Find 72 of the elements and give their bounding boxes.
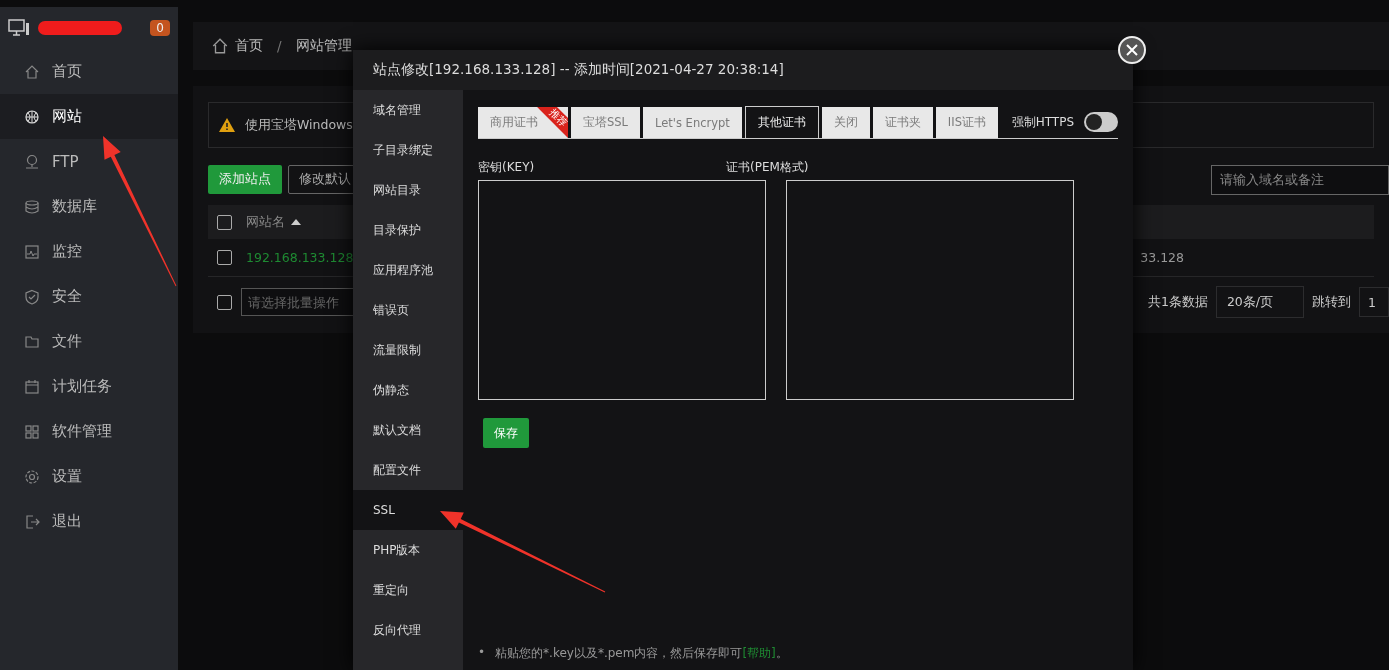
breadcrumb-separator: / [277,38,282,54]
menu-item[interactable]: 反向代理 [353,610,463,650]
home-icon [211,37,229,55]
checkbox[interactable] [217,214,232,230]
breadcrumb-link[interactable]: 首页 [235,37,263,55]
menu-item[interactable]: 重定向 [353,570,463,610]
help-note: 粘贴您的*.key以及*.pem内容，然后保存即可[帮助]。 [495,645,788,662]
tab[interactable]: 宝塔SSL [571,107,640,138]
save-button[interactable]: 保存 [483,418,529,448]
globe-icon [24,108,40,125]
tab[interactable]: 其他证书 [744,106,819,138]
menu-item[interactable]: 目录保护 [353,210,463,250]
menu-item[interactable]: 配置文件 [353,450,463,490]
tab[interactable]: 商用证书 推荐 [478,107,568,138]
menu-item[interactable]: 默认文档 [353,410,463,450]
folder-icon [24,333,40,350]
sidebar-item[interactable]: 退出 [0,499,178,544]
table-cell: 33.128 [1140,250,1184,265]
monitor-icon [8,19,30,37]
menu-item[interactable]: 伪静态 [353,370,463,410]
tab[interactable]: 证书夹 [872,107,933,138]
database-icon [24,198,40,215]
tab[interactable]: Let's Encrypt [643,107,742,138]
menu-item[interactable]: 流量限制 [353,330,463,370]
breadcrumb-link[interactable]: 网站管理 [295,37,352,55]
sort-icon[interactable] [291,219,301,225]
jump-label: 跳转到 [1312,293,1351,311]
https-toggle[interactable] [1084,112,1118,132]
help-link[interactable]: [帮助] [742,646,776,660]
close-icon [1126,44,1138,56]
checkbox[interactable] [217,250,232,265]
menu-item[interactable]: PHP版本 [353,530,463,570]
sidebar-item[interactable]: 软件管理 [0,409,178,454]
sidebar-item[interactable]: 计划任务 [0,364,178,409]
shield-icon [24,288,40,305]
notification-badge: 0 [150,20,170,36]
key-input[interactable] [478,180,766,400]
column-header[interactable]: 网站名 [246,213,285,231]
sidebar-item[interactable]: FTP [0,139,178,184]
menu-item[interactable]: SSL [353,490,463,530]
network-icon [24,153,40,170]
total-count: 共1条数据 [1147,293,1208,311]
calendar-icon [24,378,40,395]
sidebar-item[interactable]: 安全 [0,274,178,319]
chart-icon [24,243,40,260]
search-field[interactable]: 请输入域名或备注 [1211,164,1389,195]
logout-icon [24,513,40,530]
site-link[interactable]: 192.168.133.128 [246,250,354,265]
checkbox[interactable] [217,294,232,310]
menu-item[interactable]: 域名管理 [353,90,463,130]
notice-text: 使用宝塔Windows [245,116,353,134]
certificate-input[interactable] [786,180,1074,400]
sidebar-item[interactable]: 数据库 [0,184,178,229]
sidebar-item[interactable]: 网站 [0,94,178,139]
page-input[interactable]: 1 [1359,287,1389,317]
sidebar-item[interactable]: 文件 [0,319,178,364]
home-icon [24,63,40,80]
toggle-label: 强制HTTPS [1011,113,1074,131]
field-label: 证书(PEM格式) [726,159,810,176]
sidebar-item[interactable]: 首页 [0,49,178,94]
dialog-title: 站点修改[192.168.133.128] -- 添加时间[2021-04-27 20:38:14] [373,61,784,79]
grid-icon [24,423,40,440]
sidebar-item[interactable]: 设置 [0,454,178,499]
bullet-icon: • [478,645,486,662]
tab[interactable]: 关闭 [821,107,870,138]
menu-item[interactable]: 应用程序池 [353,250,463,290]
gear-icon [24,468,40,485]
sidebar-item[interactable]: 监控 [0,229,178,274]
page-size-select[interactable]: 20条/页 [1215,286,1304,318]
warning-icon [219,118,235,132]
tab[interactable]: IIS证书 [935,107,998,138]
field-label: 密钥(KEY) [478,159,536,176]
